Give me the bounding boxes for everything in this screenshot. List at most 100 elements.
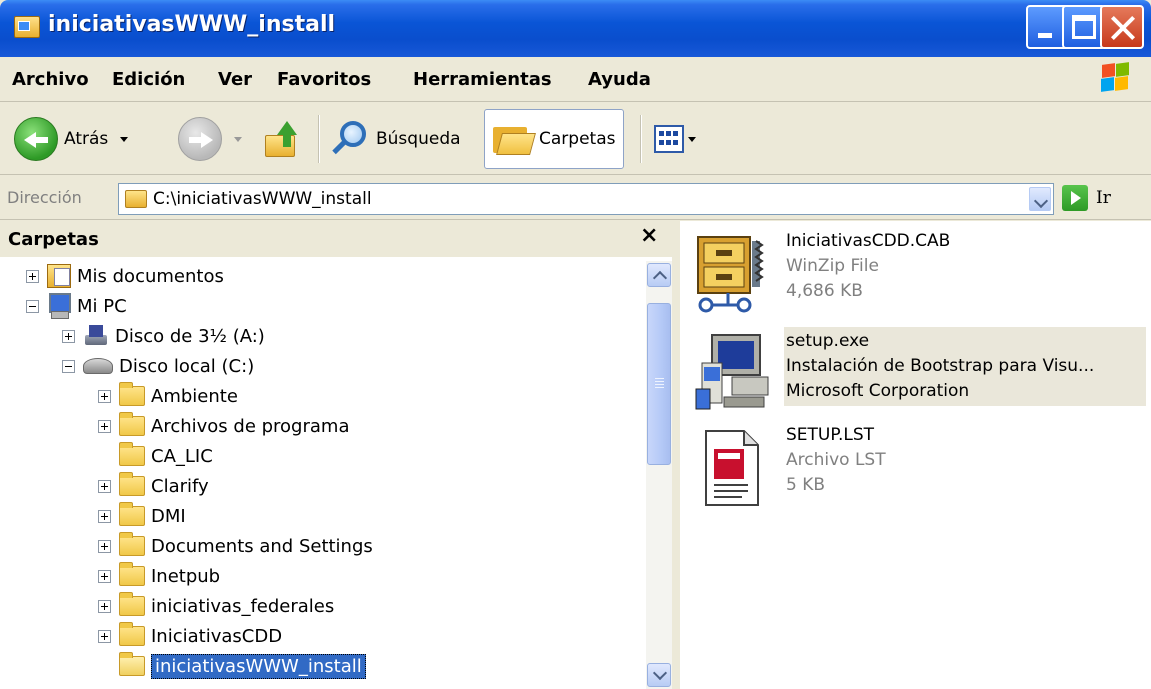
tree-item[interactable]: Mi PC	[26, 291, 127, 321]
address-dropdown-button[interactable]	[1029, 187, 1051, 211]
tree-item-label: DMI	[151, 505, 186, 527]
file-item[interactable]: IniciativasCDD.CAB WinZip File 4,686 KB	[690, 227, 1146, 317]
search-button[interactable]: Búsqueda	[330, 111, 461, 167]
toolbar-separator	[640, 115, 642, 163]
expand-icon[interactable]	[26, 269, 39, 283]
back-label: Atrás	[64, 129, 109, 149]
views-button[interactable]	[654, 111, 696, 167]
file-info: 5 KB	[786, 475, 826, 495]
tree-item[interactable]: Inetpub	[98, 561, 220, 591]
file-type: WinZip File	[786, 256, 879, 276]
toolbar-separator	[318, 115, 320, 163]
tree-item[interactable]: Disco local (C:)	[62, 351, 254, 381]
file-item[interactable]: SETUP.LST Archivo LST 5 KB	[690, 421, 1146, 511]
file-type: Archivo LST	[786, 450, 886, 470]
tree-item-label: Clarify	[151, 475, 209, 497]
menu-ver[interactable]: Ver	[218, 69, 252, 90]
folders-button[interactable]: Carpetas	[484, 109, 625, 169]
my-computer-icon	[47, 293, 71, 319]
tree-item-label: Documents and Settings	[151, 535, 373, 557]
tree-item[interactable]: CA_LIC	[98, 441, 213, 471]
folder-pane-header: Carpetas ×	[0, 221, 672, 257]
views-dropdown-icon[interactable]	[688, 136, 696, 142]
tree-item-label: Disco local (C:)	[119, 355, 255, 377]
tree-item-label: Ambiente	[151, 385, 238, 407]
expand-icon[interactable]	[98, 599, 111, 613]
forward-dropdown-icon[interactable]	[234, 136, 242, 142]
scroll-thumb[interactable]	[647, 303, 671, 465]
folder-tree-scrollbar[interactable]	[646, 261, 672, 689]
tree-item-label: Inetpub	[151, 565, 221, 587]
folder-pane: Carpetas × Mis documentos Mi PC Disco de 3…	[0, 221, 676, 689]
expand-icon[interactable]	[98, 479, 111, 493]
expand-icon[interactable]	[98, 629, 111, 643]
tree-item[interactable]: Clarify	[98, 471, 209, 501]
lst-file-icon	[692, 427, 774, 509]
title-bar[interactable]: iniciativasWWW_install	[0, 0, 1151, 57]
tree-item-label: CA_LIC	[151, 445, 213, 467]
file-details: SETUP.LST Archivo LST 5 KB	[784, 421, 1146, 500]
address-bar: Dirección C:\iniciativasWWW_install Ir	[0, 176, 1151, 220]
forward-button[interactable]	[178, 111, 242, 167]
folder-icon	[119, 502, 145, 526]
winzip-file-icon	[692, 233, 774, 315]
tree-item-label: Archivos de programa	[151, 415, 350, 437]
tree-item[interactable]: iniciativas_federales	[98, 591, 334, 621]
collapse-icon[interactable]	[26, 299, 39, 313]
tree-item[interactable]: Ambiente	[98, 381, 238, 411]
scroll-up-button[interactable]	[647, 263, 671, 287]
close-button[interactable]	[1100, 5, 1144, 49]
file-item[interactable]: setup.exe Instalación de Bootstrap para V…	[690, 327, 1146, 417]
up-folder-icon	[265, 121, 301, 157]
file-name: SETUP.LST	[786, 425, 875, 445]
menu-herramientas[interactable]: Herramientas	[413, 69, 552, 90]
toolbar: Atrás Búsqueda Carpetas	[0, 103, 1151, 175]
floppy-drive-icon	[83, 325, 109, 347]
file-details: IniciativasCDD.CAB WinZip File 4,686 KB	[784, 227, 1146, 306]
menu-edicion[interactable]: Edición	[112, 69, 185, 90]
forward-arrow-icon	[178, 117, 222, 161]
folder-icon	[119, 532, 145, 556]
folder-icon	[119, 412, 145, 436]
tree-item[interactable]: IniciativasCDD	[98, 621, 282, 651]
go-button[interactable]: Ir	[1062, 185, 1111, 211]
go-arrow-icon	[1062, 185, 1088, 211]
tree-item[interactable]: iniciativasWWW_install	[98, 651, 366, 681]
tree-item[interactable]: Documents and Settings	[98, 531, 373, 561]
file-info: Microsoft Corporation	[786, 381, 970, 401]
expand-icon[interactable]	[98, 419, 111, 433]
expand-icon[interactable]	[62, 329, 75, 343]
expand-icon[interactable]	[98, 539, 111, 553]
back-arrow-icon	[14, 117, 58, 161]
folders-label: Carpetas	[539, 129, 616, 149]
file-list: IniciativasCDD.CAB WinZip File 4,686 KB set…	[680, 221, 1151, 689]
expand-icon[interactable]	[98, 509, 111, 523]
folder-icon	[119, 442, 145, 466]
file-name: IniciativasCDD.CAB	[786, 231, 951, 251]
folder-window-icon	[14, 16, 40, 38]
collapse-icon[interactable]	[62, 359, 75, 373]
open-folder-icon	[119, 652, 145, 676]
expand-icon[interactable]	[98, 389, 111, 403]
expand-icon[interactable]	[98, 569, 111, 583]
scroll-down-button[interactable]	[647, 663, 671, 687]
menu-ayuda[interactable]: Ayuda	[588, 69, 651, 90]
search-label: Búsqueda	[376, 129, 461, 149]
tree-item[interactable]: Mis documentos	[26, 261, 224, 291]
tree-item-label: Mis documentos	[77, 265, 224, 287]
menu-favoritos[interactable]: Favoritos	[277, 69, 371, 90]
folder-icon	[119, 382, 145, 406]
back-dropdown-icon[interactable]	[120, 136, 129, 142]
tree-item[interactable]: Disco de 3½ (A:)	[62, 321, 265, 351]
address-input[interactable]: C:\iniciativasWWW_install	[118, 183, 1054, 215]
file-info: 4,686 KB	[786, 281, 863, 301]
folder-pane-close-icon[interactable]: ×	[640, 223, 658, 248]
folder-tree: Mis documentos Mi PC Disco de 3½ (A:) Disco…	[0, 261, 646, 689]
menu-bar: Archivo Edición Ver Favoritos Herramient…	[0, 57, 1151, 102]
folder-icon	[119, 472, 145, 496]
up-folder-button[interactable]	[265, 111, 301, 167]
back-button[interactable]: Atrás	[14, 111, 129, 167]
menu-archivo[interactable]: Archivo	[12, 69, 89, 90]
tree-item[interactable]: Archivos de programa	[98, 411, 349, 441]
tree-item[interactable]: DMI	[98, 501, 186, 531]
